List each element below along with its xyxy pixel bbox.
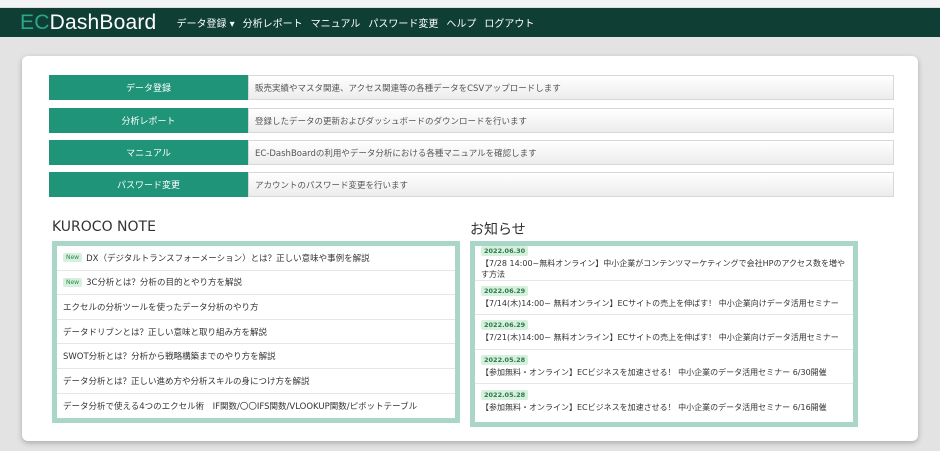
nav-logout[interactable]: ログアウト <box>484 15 534 30</box>
news-item[interactable]: 2022.06.30 【7/28 14:00~無料オンライン】中小企業がコンテンツ… <box>475 245 853 281</box>
kuroco-article-link[interactable]: New DX（デジタルトランスフォーメーション）とは？正しい意味や事例を解説 <box>57 246 455 271</box>
news-date: 2022.06.30 <box>481 245 529 256</box>
feature-desc: EC-DashBoardの利用やデータ分析における各種マニュアルを確認します <box>248 140 894 165</box>
feature-desc: 登録したデータの更新およびダッシュボードのダウンロードを行います <box>248 108 894 133</box>
kuroco-article-link[interactable]: SWOT分析とは？分析から戦略構築までのやり方を解説 <box>57 344 455 369</box>
article-title: データドリブンとは？正しい意味と取り組み方を解説 <box>63 327 268 338</box>
news-item[interactable]: 2022.06.29 【7/14(木)14:00~ 無料オンライン】ECサイトの売… <box>475 281 853 316</box>
kuroco-article-link[interactable]: データ分析とは？正しい進め方や分析スキルの身につけ方を解説 <box>57 369 455 394</box>
nav-help[interactable]: ヘルプ <box>446 15 476 30</box>
article-title: SWOT分析とは？分析から戦略構築までのやり方を解説 <box>63 352 276 363</box>
kuroco-article-link[interactable]: データ分析で使える4つのエクセル術 IF関数/〇〇IFS関数/VLOOKUP関数… <box>57 394 455 419</box>
news-item[interactable]: 2022.05.28 【参加無料・オンライン】ECビジネスを加速させる！ 中小企業… <box>475 384 853 419</box>
news-title: 【参加無料・オンライン】ECビジネスを加速させる！ 中小企業のデータ活用セミナー… <box>481 368 827 378</box>
kuroco-list: New DX（デジタルトランスフォーメーション）とは？正しい意味や事例を解説 New… <box>52 241 460 423</box>
nav-manual[interactable]: マニュアル <box>311 15 361 30</box>
kuroco-article-link[interactable]: New 3C分析とは？分析の目的とやり方を解説 <box>57 271 455 296</box>
kuroco-article-link[interactable]: エクセルの分析ツールを使ったデータ分析のやり方 <box>57 295 455 320</box>
feature-row: 分析レポート 登録したデータの更新およびダッシュボードのダウンロードを行います <box>49 108 894 133</box>
feature-button[interactable]: マニュアル <box>49 140 248 165</box>
news-date: 2022.06.29 <box>481 285 529 296</box>
feature-button[interactable]: データ登録 <box>49 75 248 100</box>
news-date: 2022.05.28 <box>481 390 529 401</box>
news-date: 2022.06.29 <box>481 320 529 331</box>
article-title: データ分析とは？正しい進め方や分析スキルの身につけ方を解説 <box>63 376 310 387</box>
article-title: 3C分析とは？分析の目的とやり方を解説 <box>86 278 242 289</box>
news-item[interactable]: 2022.06.29 【7/21(木)14:00~ 無料オンライン】ECサイトの売… <box>475 315 853 350</box>
nav-menu: データ登録 ▾ 分析レポート マニュアル パスワード変更 ヘルプ ログアウト <box>176 15 534 30</box>
article-title: DX（デジタルトランスフォーメーション）とは？正しい意味や事例を解説 <box>86 253 370 264</box>
news-title: 【7/21(木)14:00~ 無料オンライン】ECサイトの売上を伸ばす！ 中小企… <box>481 333 839 343</box>
new-badge: New <box>63 277 83 287</box>
news-title: 【参加無料・オンライン】ECビジネスを加速させる！ 中小企業のデータ活用セミナー… <box>481 403 827 413</box>
news-item[interactable]: 2022.05.28 【参加無料・オンライン】ECビジネスを加速させる！ 中小企業… <box>475 350 853 385</box>
feature-desc: アカウントのパスワード変更を行います <box>248 172 894 197</box>
kuroco-article-link[interactable]: データドリブンとは？正しい意味と取り組み方を解説 <box>57 320 455 345</box>
news-heading: お知らせ <box>470 222 526 238</box>
browser-chrome <box>0 0 940 8</box>
navbar: ECDashBoard データ登録 ▾ 分析レポート マニュアル パスワード変更… <box>0 8 940 37</box>
main-card: データ登録 販売実績やマスタ関連、アクセス関連等の各種データをCSVアップロードし… <box>22 56 918 441</box>
kuroco-heading: KUROCO NOTE <box>52 219 156 235</box>
logo[interactable]: ECDashBoard <box>20 11 156 35</box>
news-list: 2022.06.30 【7/28 14:00~無料オンライン】中小企業がコンテンツ… <box>470 241 858 427</box>
article-title: エクセルの分析ツールを使ったデータ分析のやり方 <box>63 302 259 313</box>
news-date: 2022.05.28 <box>481 355 529 366</box>
news-title: 【7/28 14:00~無料オンライン】中小企業がコンテンツマーケティングで会社… <box>481 258 846 279</box>
feature-button[interactable]: パスワード変更 <box>49 172 248 197</box>
feature-row: データ登録 販売実績やマスタ関連、アクセス関連等の各種データをCSVアップロードし… <box>49 75 894 100</box>
feature-desc: 販売実績やマスタ関連、アクセス関連等の各種データをCSVアップロードします <box>248 75 894 100</box>
news-title: 【7/14(木)14:00~ 無料オンライン】ECサイトの売上を伸ばす！ 中小企… <box>481 298 839 308</box>
article-title: データ分析で使える4つのエクセル術 IF関数/〇〇IFS関数/VLOOKUP関数… <box>63 401 418 412</box>
feature-row: マニュアル EC-DashBoardの利用やデータ分析における各種マニュアルを確認… <box>49 140 894 165</box>
nav-password-change[interactable]: パスワード変更 <box>368 15 438 30</box>
nav-analysis-report[interactable]: 分析レポート <box>243 15 303 30</box>
feature-button[interactable]: 分析レポート <box>49 108 248 133</box>
new-badge: New <box>63 253 83 263</box>
nav-data-register[interactable]: データ登録 ▾ <box>176 15 234 30</box>
feature-row: パスワード変更 アカウントのパスワード変更を行います <box>49 172 894 197</box>
